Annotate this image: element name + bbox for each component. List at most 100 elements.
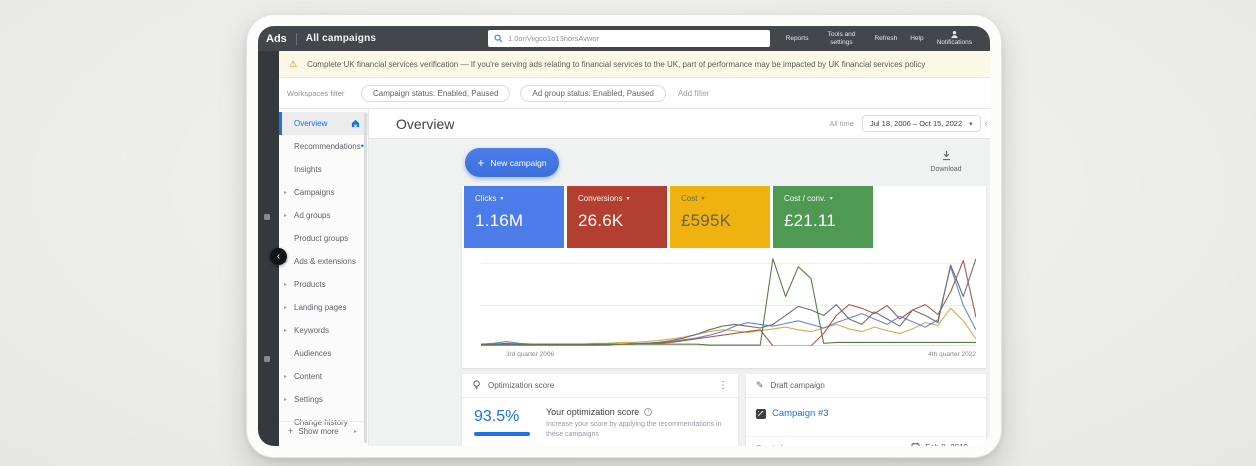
page-title: Overview: [396, 116, 454, 132]
banner-text: Complete UK financial services verificat…: [307, 60, 925, 69]
expand-arrow-icon: [284, 396, 287, 403]
series-line-cost-conv: [481, 259, 976, 345]
sidebar-item-label: Landing pages: [294, 303, 347, 312]
metric-value: £21.11: [784, 211, 873, 231]
metric-card-cost-conv[interactable]: Cost / conv. £21.11: [773, 186, 873, 248]
metric-value: £595K: [681, 211, 770, 231]
sidebar-item-audiences[interactable]: Audiences: [279, 342, 368, 365]
expand-arrow-icon: [284, 212, 287, 219]
topbar-item-reports[interactable]: Reports: [786, 35, 809, 43]
filter-pill-1[interactable]: Ad group status: Enabled, Paused: [520, 85, 665, 102]
optimization-card-header: Optimization score: [462, 374, 738, 398]
sidebar-item-label: Product groups: [294, 234, 348, 243]
download-button[interactable]: Download: [921, 150, 971, 173]
created-date: Feb 8, 2019: [911, 442, 968, 446]
draft-card-footer: Created on Feb 8, 2019: [746, 436, 986, 446]
caret-down-icon: [830, 195, 833, 202]
topbar-item-refresh[interactable]: Refresh: [874, 35, 897, 43]
created-date-text: Feb 8, 2019: [925, 443, 968, 446]
filter-bar-label: Workspaces filter: [287, 89, 349, 98]
x-axis-start-label: 3rd quarter 2006: [506, 351, 554, 358]
account-scope-label[interactable]: All campaigns: [306, 33, 376, 44]
topbar-menu: Reports Tools and settings Refresh Help Noti…: [786, 26, 972, 51]
caret-down-icon: [626, 195, 629, 202]
topbar-item-tools-and-settings[interactable]: Tools and settings: [821, 31, 861, 47]
topbar-item-label: Help: [910, 35, 923, 43]
sidebar-item-products[interactable]: Products: [279, 273, 368, 296]
sidebar-item-label: Products: [294, 280, 326, 289]
sidebar-item-campaigns[interactable]: Campaigns: [279, 181, 368, 204]
sidebar-item-content[interactable]: Content: [279, 365, 368, 388]
filter-pill-0[interactable]: Campaign status: Enabled, Paused: [361, 85, 510, 102]
created-on-label: Created on: [756, 443, 793, 446]
sidebar-item-product-groups[interactable]: Product groups: [279, 227, 368, 250]
download-label: Download: [930, 166, 961, 173]
search-icon: [494, 34, 503, 43]
sidebar-show-more[interactable]: Show more: [279, 421, 365, 440]
overview-content: New campaign Download Clicks1.16MConvers…: [369, 139, 990, 446]
header-collapse-icon[interactable]: [985, 118, 988, 129]
show-more-label: Show more: [298, 427, 338, 436]
sidebar-item-keywords[interactable]: Keywords: [279, 319, 368, 342]
sidebar-item-landing-pages[interactable]: Landing pages: [279, 296, 368, 319]
optimization-title: Your optimization score i: [546, 407, 652, 417]
caret-down-icon: [701, 195, 704, 202]
sidebar-item-settings[interactable]: Settings: [279, 388, 368, 411]
topbar-item-label: Notifications: [937, 39, 972, 47]
person-icon: [950, 30, 959, 39]
sidebar-item-label: Audiences: [294, 349, 331, 358]
google-ads-window: Ads All campaigns 1.0onViigco1o13norsAvw…: [258, 26, 990, 446]
optimization-title-text: Your optimization score: [546, 407, 639, 417]
caret-down-icon: [969, 120, 973, 128]
topbar-item-label: Tools and settings: [821, 31, 861, 47]
sidebar-item-ad-groups[interactable]: Ad groups: [279, 204, 368, 227]
info-icon[interactable]: i: [644, 408, 652, 416]
date-range-selector[interactable]: Jul 18, 2006 – Oct 15, 2022: [862, 115, 981, 132]
sidebar-item-label: Insights: [294, 165, 322, 174]
metric-label-text: Cost: [681, 194, 697, 203]
sidebar-nav: Overview Recommendations Insights Campaigns…: [279, 109, 369, 446]
optimization-subtext: Increase your score by applying the reco…: [546, 420, 722, 440]
sidebar-item-recommendations[interactable]: Recommendations: [279, 135, 368, 158]
draft-pencil-icon: [756, 380, 764, 391]
add-filter-button[interactable]: Add filter: [678, 89, 710, 98]
collapse-nav-button[interactable]: [270, 248, 287, 265]
new-campaign-button[interactable]: New campaign: [465, 148, 559, 177]
campaign-link[interactable]: Campaign #3: [772, 408, 829, 419]
page-background: Ads All campaigns 1.0onViigco1o13norsAvw…: [0, 0, 1256, 466]
sidebar-item-insights[interactable]: Insights: [279, 158, 368, 181]
metric-card-clicks[interactable]: Clicks 1.16M: [464, 186, 564, 248]
search-input[interactable]: 1.0onViigco1o13norsAvwor: [488, 30, 770, 47]
metric-card-cost[interactable]: Cost £595K: [670, 186, 770, 248]
sidebar-scrollbar[interactable]: [364, 113, 367, 443]
ads-logo[interactable]: Ads: [266, 33, 287, 45]
device-frame: Ads All campaigns 1.0onViigco1o13norsAvw…: [246, 14, 1002, 458]
search-value: 1.0onViigco1o13norsAvwor: [508, 34, 599, 43]
kebab-menu-icon[interactable]: [718, 380, 728, 391]
expand-arrow-icon: [284, 373, 287, 380]
metric-value: 26.6K: [578, 211, 667, 231]
optimization-score-card: Optimization score 93.5% Your optimizati…: [462, 374, 738, 446]
page-header: Overview All time Jul 18, 2006 – Oct 15,…: [369, 109, 990, 139]
topbar-item-help[interactable]: Help: [910, 35, 923, 43]
download-icon: [941, 150, 952, 163]
home-icon: [351, 119, 360, 128]
sidebar-item-label: Overview: [294, 119, 327, 128]
metric-label: Conversions: [578, 194, 667, 203]
metric-value: 1.16M: [475, 211, 564, 231]
metric-label-text: Cost / conv.: [784, 194, 826, 203]
filter-pills: Campaign status: Enabled, Paused Ad group…: [361, 85, 666, 102]
topbar-item-notifications[interactable]: Notifications: [937, 30, 972, 47]
sidebar-item-ads-extensions[interactable]: Ads & extensions: [279, 250, 368, 273]
optimization-header-label: Optimization score: [488, 381, 554, 390]
metric-label: Cost: [681, 194, 770, 203]
sidebar-item-overview[interactable]: Overview: [279, 112, 368, 135]
draft-campaign-link-row[interactable]: Campaign #3: [756, 408, 829, 419]
sidebar-item-label: Ads & extensions: [294, 257, 356, 266]
metric-card-conversions[interactable]: Conversions 26.6K: [567, 186, 667, 248]
top-app-bar: Ads All campaigns 1.0onViigco1o13norsAvw…: [258, 26, 990, 51]
policy-warning-banner: Complete UK financial services verificat…: [279, 51, 990, 78]
performance-chart-card: Clicks1.16MConversions26.6KCost£595KCost…: [462, 186, 986, 368]
rail-app-icon: [264, 214, 270, 220]
metric-label-text: Clicks: [475, 194, 496, 203]
